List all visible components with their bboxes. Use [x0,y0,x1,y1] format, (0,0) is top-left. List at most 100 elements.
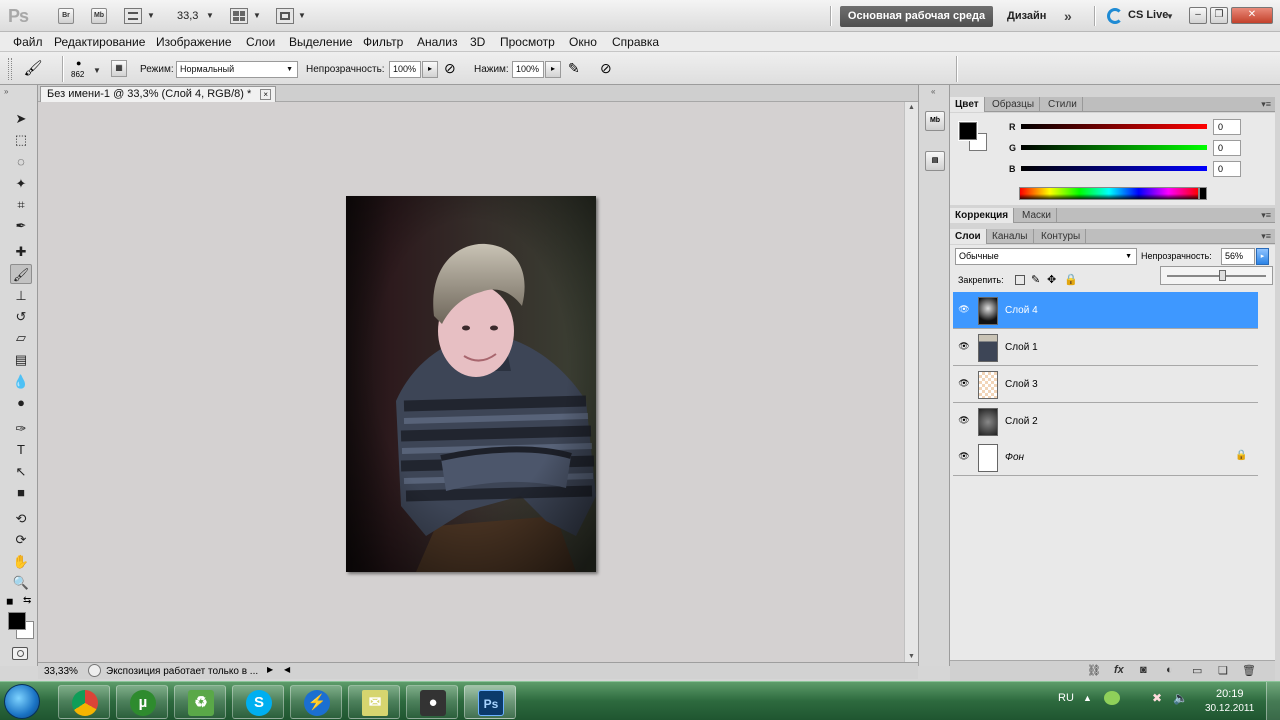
tab-adjustments[interactable]: Коррекция [950,208,1015,223]
menu-layers[interactable]: Слои [246,35,275,49]
crop-tool-icon[interactable]: ⌗ [10,195,32,215]
zoom-tool-icon[interactable]: 🔍 [10,573,32,593]
tab-paths[interactable]: Контуры [1036,229,1087,244]
eraser-tool-icon[interactable]: ▱ [10,328,32,348]
bridge-button[interactable]: Br [58,8,74,24]
menu-file[interactable]: Файл [13,35,43,49]
opacity-field[interactable]: 100% [389,61,421,78]
taskbar-skype[interactable]: S [232,685,284,719]
rectangle-tool-icon[interactable]: ■ [10,483,32,503]
blue-slider[interactable] [1021,166,1207,171]
menu-window[interactable]: Окно [569,35,597,49]
lock-all-icon[interactable]: 🔒 [1064,273,1078,286]
layer-row[interactable]: 👁 Слой 2 [953,403,1258,440]
eyedropper-tool-icon[interactable]: ✒ [10,216,32,236]
clock-time[interactable]: 20:19 [1216,688,1244,700]
healing-brush-tool-icon[interactable]: ✚ [10,242,32,262]
layer-row[interactable]: 👁 Слой 4 [953,292,1258,329]
green-value[interactable]: 0 [1213,140,1241,156]
status-info-icon[interactable] [88,664,101,677]
default-colors-icon[interactable]: ◼ [6,596,13,607]
panel-menu-icon[interactable]: ▾≡ [1261,99,1271,110]
opacity-slider-thumb[interactable] [1219,270,1226,281]
chevron-down-icon[interactable]: ▼ [253,11,261,20]
menu-view[interactable]: Просмотр [500,35,555,49]
blur-tool-icon[interactable]: 💧 [10,372,32,392]
tab-channels[interactable]: Каналы [987,229,1034,244]
panel-menu-icon[interactable]: ▾≡ [1261,231,1271,242]
scroll-up-icon[interactable]: ▲ [905,104,918,111]
layer-name[interactable]: Слой 4 [1005,305,1038,316]
scroll-left-icon[interactable]: ◀ [284,665,290,674]
minibridge-button[interactable]: Mb [91,8,107,24]
brush-panel-toggle-icon[interactable]: ▦ [111,60,127,77]
more-workspaces-icon[interactable]: » [1064,8,1072,24]
lock-transparency-icon[interactable] [1015,275,1025,285]
pressure-slider-button[interactable]: ▸ [545,61,561,78]
delete-layer-icon[interactable]: 🗑 [1242,664,1256,677]
quick-mask-icon[interactable] [12,647,28,660]
menu-edit[interactable]: Редактирование [54,35,145,49]
taskbar-utorrent[interactable]: µ [116,685,168,719]
adjustment-layer-icon[interactable]: ◐ [1166,664,1173,676]
panel-menu-icon[interactable]: ▾≡ [1261,210,1271,221]
menu-select[interactable]: Выделение [289,35,353,49]
status-zoom[interactable]: 33,33% [44,666,78,677]
tab-layers[interactable]: Слои [950,229,987,244]
visibility-eye-icon[interactable]: 👁 [957,415,971,425]
tablet-opacity-icon[interactable]: ⊘ [444,60,456,77]
tab-color[interactable]: Цвет [950,97,985,112]
language-indicator[interactable]: RU [1058,692,1074,704]
restore-button[interactable]: ❐ [1210,7,1228,24]
add-mask-icon[interactable]: ◙ [1140,664,1147,676]
tab-masks[interactable]: Маски [1017,208,1057,223]
show-desktop-button[interactable] [1266,682,1280,720]
layer-row[interactable]: 👁 Слой 3 [953,366,1258,403]
status-menu-icon[interactable]: ▶ [267,665,273,674]
chevron-down-icon[interactable]: ▼ [298,11,306,20]
lock-pixels-icon[interactable]: ✎ [1031,273,1040,286]
arrange-documents-button[interactable] [230,8,248,24]
clone-stamp-tool-icon[interactable]: ⊥ [10,286,32,306]
taskbar-photoshop[interactable]: Ps [464,685,516,719]
layer-row[interactable]: 👁 Слой 1 [953,329,1258,366]
red-slider[interactable] [1021,124,1207,129]
network-icon[interactable]: ✖ [1152,691,1162,705]
quick-selection-tool-icon[interactable]: ✦ [10,174,32,194]
green-slider[interactable] [1021,145,1207,150]
chevron-down-icon[interactable]: ▼ [93,66,101,75]
visibility-eye-icon[interactable]: 👁 [957,451,971,461]
menu-help[interactable]: Справка [612,35,659,49]
tab-swatches[interactable]: Образцы [987,97,1041,112]
show-hidden-icons[interactable]: ▲ [1083,693,1092,703]
airbrush-icon[interactable]: ✎ [568,60,580,77]
visibility-eye-icon[interactable]: 👁 [957,304,971,314]
screen-mode-button[interactable] [276,8,294,24]
tab-styles[interactable]: Стили [1043,97,1083,112]
taskbar-recycle[interactable]: ♻ [174,685,226,719]
chevron-down-icon[interactable]: ▼ [206,11,214,20]
close-icon[interactable]: × [260,89,272,100]
chevron-down-icon[interactable]: ▼ [147,11,155,20]
layer-row[interactable]: 👁 Фон 🔒 [953,439,1258,476]
brush-size[interactable]: 862 [71,70,84,79]
scroll-down-icon[interactable]: ▼ [905,653,918,660]
workspace-design-button[interactable]: Дизайн [1007,10,1046,22]
history-dock-icon[interactable]: ▤ [925,151,945,171]
chevron-down-icon[interactable]: ▼ [1166,12,1174,21]
3d-rotate-tool-icon[interactable]: ⟲ [10,509,32,529]
minimize-button[interactable]: – [1189,7,1207,24]
vertical-scrollbar[interactable]: ▲ ▼ [904,102,918,662]
collapse-icon[interactable]: » [4,87,8,96]
3d-orbit-tool-icon[interactable]: ⟳ [10,530,32,550]
type-tool-icon[interactable]: T [10,440,32,460]
taskbar-app[interactable]: ⚡ [290,685,342,719]
brush-tip-icon[interactable]: ● [76,58,81,68]
swap-colors-icon[interactable]: ⇆ [23,595,31,606]
new-group-icon[interactable]: ▭ [1192,664,1202,677]
blue-value[interactable]: 0 [1213,161,1241,177]
move-tool-icon[interactable]: ➤ [10,109,32,129]
history-brush-tool-icon[interactable]: ↺ [10,307,32,327]
path-selection-tool-icon[interactable]: ↖ [10,462,32,482]
workspace-essentials-button[interactable]: Основная рабочая среда [840,6,993,27]
